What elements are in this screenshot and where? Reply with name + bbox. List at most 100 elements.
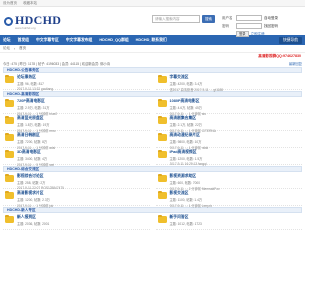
- forum-stats-line: 主题: 9800, 帖数: 10万: [169, 139, 202, 144]
- password-input[interactable]: [236, 23, 262, 29]
- quick-nav-button[interactable]: 快捷导航: [278, 36, 302, 44]
- breadcrumb-home[interactable]: 首页: [19, 46, 26, 51]
- logo-icon: [4, 16, 13, 26]
- forum-last-post[interactable]: 2017-9-11 13:32 gaoliang: [17, 87, 53, 91]
- forum-name[interactable]: 1080P高清电影区: [170, 99, 207, 104]
- folder-icon: [157, 149, 167, 158]
- forum-name[interactable]: 字幕交流区: [170, 75, 224, 80]
- section-announcements: HDCHD-公告事务区 论坛事务区 主题: 96, 帖数: 817 2017-9…: [3, 67, 302, 92]
- forum-item[interactable]: 高清蓝光原盘区 主题: 1.8万, 帖数: 19万 2017-9-11 … 1 …: [3, 114, 150, 133]
- forum-item[interactable]: 影视综合讨论区 主题: 258, 帖数: 2万 2017-9-11 22:07 …: [3, 172, 150, 190]
- username-label: 用户名: [222, 15, 233, 20]
- nav-item-subtitle-groups[interactable]: 中文字幕发布组: [66, 38, 93, 43]
- search-button[interactable]: 搜索: [202, 15, 215, 23]
- login-button[interactable]: 登录: [236, 31, 249, 37]
- forum-stats-line: 主题: 2036, 帖数: 2001: [17, 221, 50, 226]
- nav-item-release[interactable]: 首发组: [18, 38, 29, 43]
- forum-item[interactable]: 高清影视求片区 主题: 1200, 帖数: 2.3万 2017-9-11 … 1…: [3, 189, 150, 208]
- section-newcomers: HDCHD-新人专区 新人报到区 主题: 2036, 帖数: 2001 新手问答…: [3, 207, 302, 230]
- login-form: 用户名 自动登录 密码 找回密码 登录 立即注册: [222, 15, 278, 37]
- register-link[interactable]: 立即注册: [251, 32, 265, 37]
- bookmark-link[interactable]: 收藏本站: [23, 1, 37, 6]
- folder-icon: [5, 115, 14, 124]
- folder-icon: [5, 214, 14, 223]
- forum-name[interactable]: iPad高清视频区: [170, 150, 207, 155]
- forum-name[interactable]: 影视资源求助区: [170, 174, 220, 179]
- folder-icon: [157, 98, 167, 107]
- folder-icon: [5, 98, 14, 107]
- set-homepage-link[interactable]: 设为首页: [3, 1, 17, 6]
- latest-replies-link[interactable]: 最新回复: [289, 61, 302, 66]
- forum-name[interactable]: 影视综合讨论区: [17, 174, 64, 179]
- forum-last-post[interactable]: 2017-9-11 16:29:13 fangqi: [170, 162, 207, 166]
- forum-stats-line: 主题: 1200, 帖数: 1.5万: [169, 156, 203, 161]
- forum-name[interactable]: 高清影视求片区: [17, 191, 53, 196]
- forum-stats-line: 主题: 600, 帖数: 7000: [169, 180, 200, 185]
- forum-stats-line: 主题: 96, 帖数: 817: [17, 81, 44, 86]
- nav-item-subtitles[interactable]: 中文字幕专区: [36, 38, 59, 43]
- breadcrumb-forum[interactable]: 论坛: [3, 46, 10, 51]
- forum-name[interactable]: 720P高清电影区: [17, 99, 57, 104]
- header: HDCHD www.hdchd.org 请输入搜索内容 搜索 用户名 自动登录 …: [0, 7, 305, 37]
- forum-last-post[interactable]: 送2017 高清影音 2017-9-11 … gt1188: [170, 87, 224, 92]
- nav-item-qq-groups[interactable]: HDCHD_QQ群组: [99, 38, 128, 43]
- folder-icon: [157, 132, 167, 141]
- forum-stats-line: 主题: 2.9万, 帖数: 31万: [17, 105, 50, 110]
- forum-item[interactable]: iPad高清视频区 主题: 1200, 帖数: 1.5万 2017-9-11 1…: [155, 148, 302, 166]
- nav-item-forum[interactable]: 论坛: [3, 38, 11, 43]
- forum-item[interactable]: 3D高清电影区 主题: 3400, 帖数: 4万 2017-9-11 … 5 分…: [3, 148, 150, 167]
- forum-name[interactable]: 新手问答区: [170, 215, 202, 220]
- forum-last-post[interactable]: 2017-9-11 … 1 分钟前 Leey.rk: [170, 203, 213, 208]
- forum-name[interactable]: 3D高清电影区: [17, 150, 54, 155]
- forum-name[interactable]: 论坛事务区: [17, 75, 53, 80]
- forum-stats-line: 主题: 3400, 帖数: 4万: [17, 156, 48, 161]
- find-password-link[interactable]: 找回密码: [264, 24, 278, 29]
- username-input[interactable]: [236, 15, 262, 21]
- forum-stats-line: 主题: 258, 帖数: 2万: [17, 180, 46, 185]
- forum-item[interactable]: 720P高清电影区 主题: 2.9万, 帖数: 31万 2017-9-11 … …: [3, 97, 150, 116]
- forum-stats-line: 主题: 2.1万, 帖数: 22万: [169, 122, 202, 127]
- forum-item[interactable]: 论坛事务区 主题: 96, 帖数: 817 2017-9-11 13:32 ga…: [3, 73, 150, 91]
- section-hd-movies: HDCHD-高清影视区 720P高清电影区 主题: 2.9万, 帖数: 31万 …: [3, 91, 302, 167]
- breadcrumb-separator: ›: [14, 46, 16, 51]
- folder-icon: [157, 173, 167, 182]
- forum-item[interactable]: 1080P高清电影区 主题: 4.6万, 帖数: 45万 2017-9-11 ……: [155, 97, 302, 116]
- forum-item[interactable]: 影视交流区 主题: 1100, 帖数: 1.4万 2017-9-11 … 1 分…: [155, 189, 302, 208]
- forum-item[interactable]: 高清动漫纪录片区 主题: 9800, 帖数: 10万 2017-9-11 … 1…: [155, 131, 302, 150]
- folder-icon: [5, 190, 14, 199]
- forum-item[interactable]: 新手问答区 主题: 1012, 帖数: 1723: [155, 213, 302, 230]
- forum-name[interactable]: 高清动漫纪录片区: [170, 133, 209, 138]
- folder-icon: [157, 190, 167, 199]
- forum-stats-line: 主题: 4200, 帖数: 3.4万: [169, 81, 203, 86]
- forum-stats: 今日: 475 | 昨日: 1178 | 帖子: 4196033 | 会员: 4…: [0, 60, 305, 66]
- forum-name[interactable]: 高清剧集合集区: [170, 116, 216, 121]
- password-label: 密码: [222, 23, 229, 28]
- forum-item[interactable]: 高清剧集合集区 主题: 2.1万, 帖数: 22万 2017-9-11 … 1 …: [155, 114, 302, 133]
- search-area: 请输入搜索内容 搜索: [152, 15, 215, 23]
- forum-stats-line: 主题: 1100, 帖数: 1.4万: [169, 197, 203, 202]
- auto-login-checkbox[interactable]: 自动登录: [264, 16, 278, 21]
- forum-item[interactable]: 高清日韩剧区 主题: 7200, 帖数: 8万 2017-9-11 … 1 分钟…: [3, 131, 150, 150]
- forum-name[interactable]: 高清蓝光原盘区: [17, 116, 56, 121]
- nav-item-contact[interactable]: HDCHD_联系我们: [136, 38, 167, 43]
- folder-icon: [5, 132, 14, 141]
- forum-stats-line: 主题: 7200, 帖数: 8万: [17, 139, 48, 144]
- breadcrumb: 论坛 › 首页: [0, 45, 305, 53]
- forum-name[interactable]: 新人报到区: [17, 215, 49, 220]
- folder-icon: [157, 214, 167, 223]
- forum-item[interactable]: 影视资源求助区 主题: 600, 帖数: 7000 2017-9-11 … 2 …: [155, 172, 302, 191]
- forum-name[interactable]: 高清日韩剧区: [17, 133, 55, 138]
- folder-icon: [5, 149, 14, 158]
- forum-stats-line: 主题: 1200, 帖数: 2.3万: [17, 197, 50, 202]
- qq-group-banner[interactable]: 高清影视群QQ:974627830: [0, 53, 305, 60]
- site-logo[interactable]: HDCHD www.hdchd.org: [4, 13, 61, 30]
- forum-name[interactable]: 影视交流区: [170, 191, 213, 196]
- forum-item[interactable]: 新人报到区 主题: 2036, 帖数: 2001: [3, 213, 150, 230]
- folder-icon: [157, 74, 167, 83]
- forum-item[interactable]: 字幕交流区 主题: 4200, 帖数: 3.4万 送2017 高清影音 2017…: [155, 73, 302, 92]
- folder-icon: [5, 74, 14, 83]
- folder-icon: [5, 173, 14, 182]
- stats-text: 今日: 475 | 昨日: 1178 | 帖子: 4196033 | 会员: 4…: [3, 61, 111, 66]
- top-strip: 设为首页 收藏本站: [0, 0, 305, 7]
- search-input[interactable]: 请输入搜索内容: [152, 15, 200, 23]
